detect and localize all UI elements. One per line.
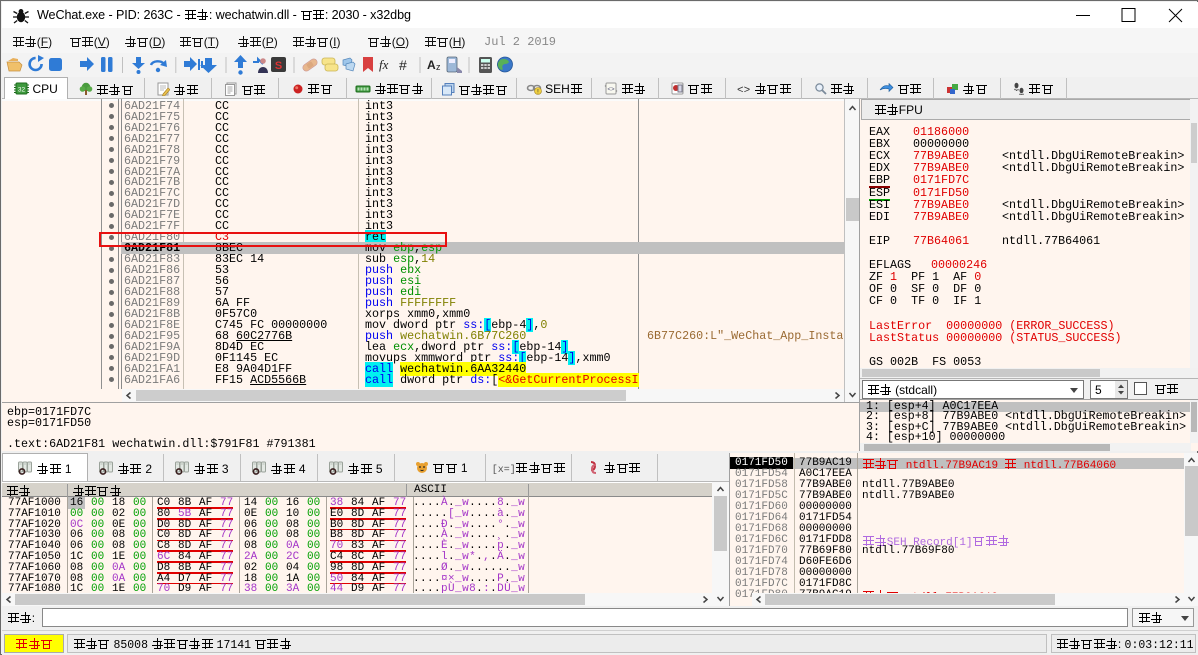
svg-text:A: A [427,58,436,72]
svg-text:#: # [399,57,407,73]
svg-text:z: z [436,62,441,72]
svg-text:<>: <> [607,86,615,93]
svg-text:S: S [275,60,282,72]
svg-text:fx: fx [379,57,389,72]
svg-text:32: 32 [18,87,26,94]
svg-text:<>: <> [737,85,750,95]
